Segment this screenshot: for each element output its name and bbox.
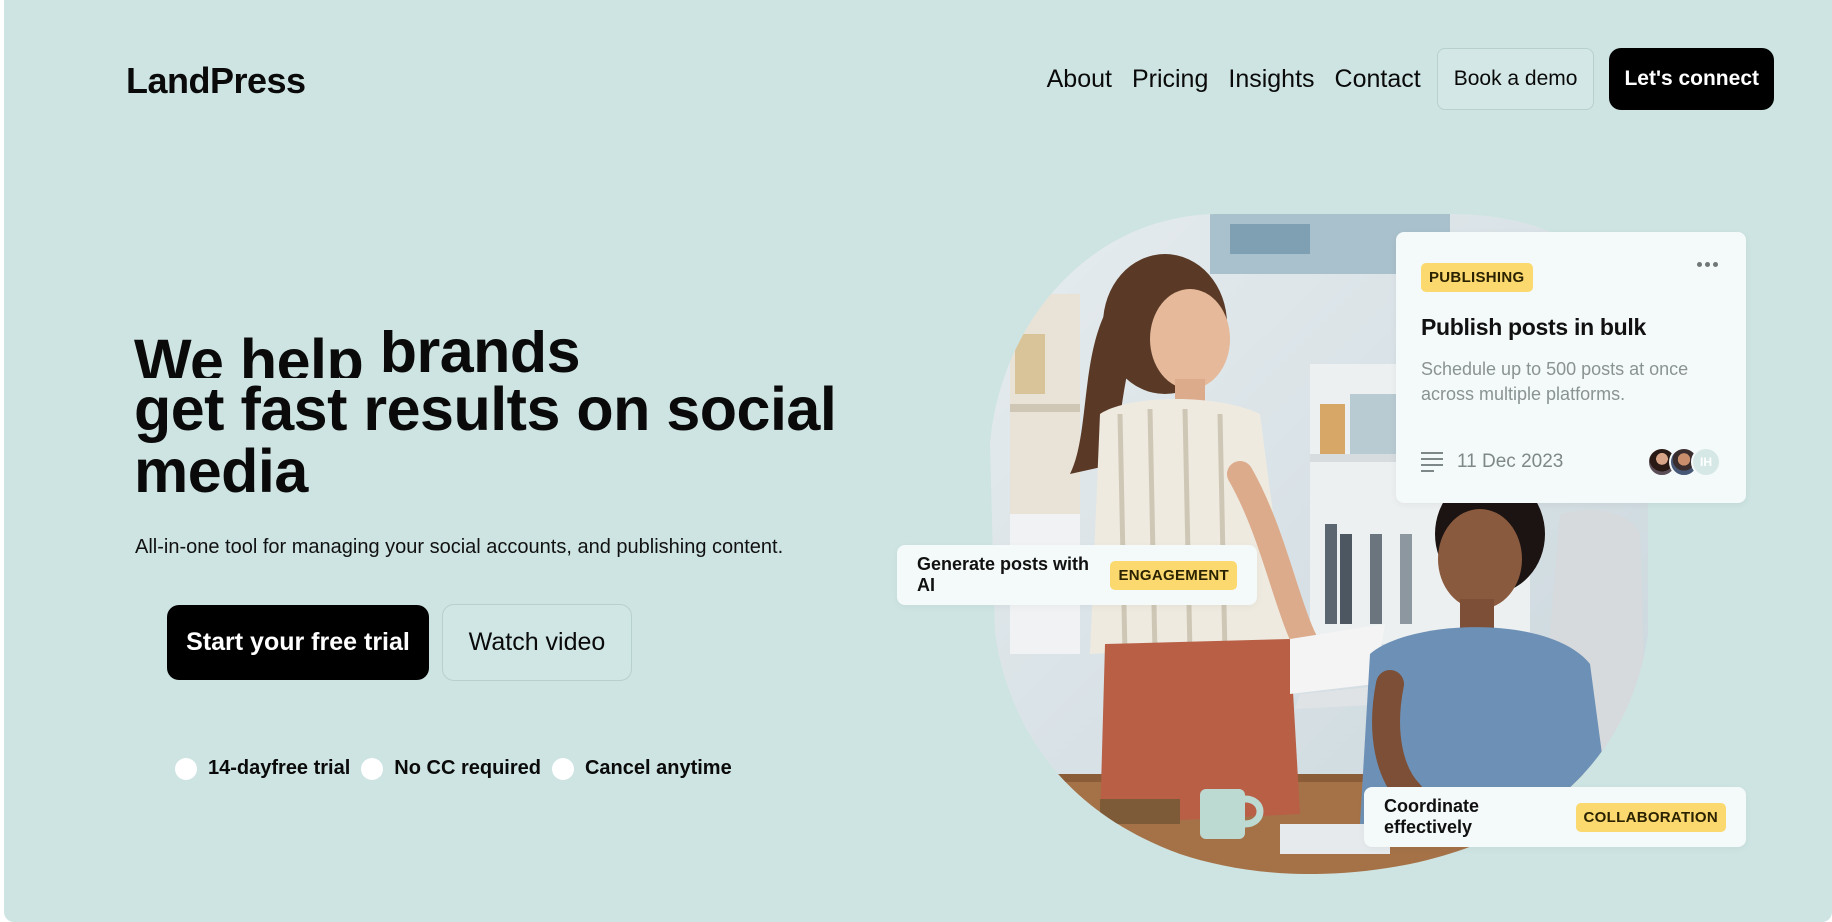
collaboration-badge: COLLABORATION <box>1575 802 1726 832</box>
publishing-card-description: Schedule up to 500 posts at once across … <box>1421 359 1689 404</box>
perk-label: 14-dayfree trial <box>208 757 351 779</box>
start-free-trial-button[interactable]: Start your free trial <box>167 605 429 680</box>
perk-item: Cancel anytime <box>551 757 732 780</box>
document-lines-icon <box>1421 452 1443 472</box>
avatar-group: IH <box>1647 447 1721 477</box>
perks-list: 14-dayfree trial No CC required Cancel a… <box>175 757 743 780</box>
landing-page: LandPress About Pricing Insights Contact… <box>4 0 1832 922</box>
lets-connect-button[interactable]: Let's connect <box>1609 48 1774 110</box>
hero-title-line2: get fast results on social <box>134 375 837 443</box>
circle-check-icon <box>551 757 574 780</box>
nav-link-pricing[interactable]: Pricing <box>1132 65 1208 94</box>
publishing-card: PUBLISHING Publish posts in bulk Schedul… <box>1396 232 1746 503</box>
perk-label: Cancel anytime <box>584 757 732 779</box>
hero-subtitle: All-in-one tool for managing your social… <box>135 536 784 558</box>
collaboration-feature-pill: Coordinate effectively COLLABORATION <box>1364 787 1746 847</box>
main-nav: About Pricing Insights Contact Book a de… <box>1047 48 1774 110</box>
hero-title-line3: media <box>134 437 308 505</box>
publishing-card-footer: 11 Dec 2023 IH <box>1421 447 1721 477</box>
more-horizontal-icon[interactable] <box>1697 262 1718 267</box>
publishing-card-date: 11 Dec 2023 <box>1457 451 1564 472</box>
engagement-badge: ENGAGEMENT <box>1110 560 1237 590</box>
hero-title-line1: We help brands <box>134 330 854 378</box>
ai-feature-label: Generate posts with AI <box>917 554 1090 595</box>
avatar-initials: IH <box>1691 447 1721 477</box>
circle-check-icon <box>361 757 384 780</box>
nav-link-about[interactable]: About <box>1047 65 1112 94</box>
hero-title: We help brands get fast results on socia… <box>134 330 854 502</box>
publishing-card-title: Publish posts in bulk <box>1421 314 1646 340</box>
book-demo-button[interactable]: Book a demo <box>1436 48 1595 110</box>
perk-item: No CC required <box>361 757 541 780</box>
watch-video-button[interactable]: Watch video <box>442 604 632 681</box>
circle-check-icon <box>175 757 197 780</box>
hero-title-prefix: We help <box>134 330 364 378</box>
collaboration-feature-label: Coordinate effectively <box>1384 796 1480 837</box>
perk-item: 14-dayfree trial <box>175 757 350 780</box>
nav-link-contact[interactable]: Contact <box>1335 65 1421 94</box>
ai-feature-pill: Generate posts with AI ENGAGEMENT <box>897 545 1257 605</box>
hero-title-rotating-word: brands <box>379 330 581 378</box>
nav-link-insights[interactable]: Insights <box>1228 65 1314 94</box>
perk-label: No CC required <box>394 757 541 779</box>
publishing-badge: PUBLISHING <box>1421 263 1533 292</box>
logo[interactable]: LandPress <box>126 60 306 102</box>
